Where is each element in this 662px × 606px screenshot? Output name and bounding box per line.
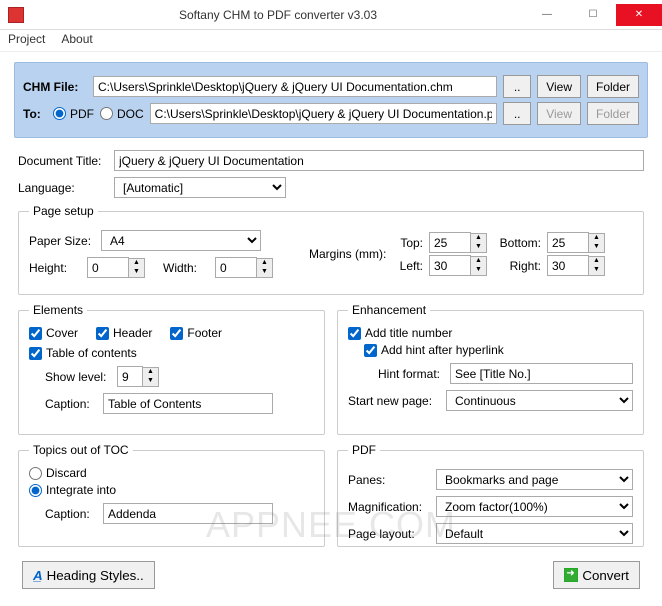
- margin-left-stepper[interactable]: ▲▼: [429, 255, 487, 276]
- menu-about[interactable]: About: [61, 32, 92, 49]
- minimize-button[interactable]: —: [524, 4, 570, 26]
- topics-caption-label: Caption:: [29, 507, 97, 521]
- language-select[interactable]: [Automatic]: [114, 177, 286, 198]
- chm-file-input[interactable]: [93, 76, 497, 97]
- magnification-label: Magnification:: [348, 500, 430, 514]
- format-pdf-radio[interactable]: PDF: [53, 107, 94, 121]
- close-button[interactable]: ✕: [616, 4, 662, 26]
- footer-checkbox[interactable]: Footer: [170, 326, 222, 340]
- margin-bottom-label: Bottom:: [493, 236, 541, 250]
- chm-view-button[interactable]: View: [537, 75, 581, 98]
- convert-arrow-icon: [564, 568, 578, 582]
- menu-project[interactable]: Project: [8, 32, 45, 49]
- show-level-stepper[interactable]: ▲▼: [117, 366, 159, 387]
- out-view-button: View: [537, 102, 581, 125]
- convert-button[interactable]: Convert: [553, 561, 640, 589]
- magnification-select[interactable]: Zoom factor(100%): [436, 496, 633, 517]
- doc-title-input[interactable]: [114, 150, 644, 171]
- show-level-label: Show level:: [29, 370, 111, 384]
- margins-label: Margins (mm):: [309, 247, 393, 261]
- topics-legend: Topics out of TOC: [29, 443, 133, 457]
- doc-title-label: Document Title:: [18, 154, 108, 168]
- page-layout-select[interactable]: Default: [436, 523, 633, 544]
- start-new-page-select[interactable]: Continuous: [446, 390, 633, 411]
- panes-select[interactable]: Bookmarks and page: [436, 469, 633, 490]
- pdf-legend: PDF: [348, 443, 380, 457]
- integrate-radio[interactable]: Integrate into: [29, 483, 314, 497]
- heading-styles-button[interactable]: A̲ Heading Styles..: [22, 561, 155, 589]
- elements-legend: Elements: [29, 303, 87, 317]
- toc-checkbox[interactable]: Table of contents: [29, 346, 314, 360]
- margin-right-label: Right:: [493, 259, 541, 273]
- out-folder-button: Folder: [587, 102, 639, 125]
- topics-caption-input[interactable]: [103, 503, 273, 524]
- margin-right-stepper[interactable]: ▲▼: [547, 255, 605, 276]
- height-label: Height:: [29, 261, 81, 275]
- margin-bottom-stepper[interactable]: ▲▼: [547, 232, 605, 253]
- page-setup-legend: Page setup: [29, 204, 98, 218]
- cover-checkbox[interactable]: Cover: [29, 326, 78, 340]
- margin-left-label: Left:: [393, 259, 423, 273]
- paper-size-select[interactable]: A4: [101, 230, 261, 251]
- hint-format-label: Hint format:: [348, 367, 444, 381]
- margin-top-stepper[interactable]: ▲▼: [429, 232, 487, 253]
- language-label: Language:: [18, 181, 108, 195]
- to-label: To:: [23, 107, 47, 121]
- page-layout-label: Page layout:: [348, 527, 430, 541]
- width-label: Width:: [163, 261, 209, 275]
- add-hint-checkbox[interactable]: Add hint after hyperlink: [364, 343, 633, 357]
- maximize-button[interactable]: ☐: [570, 4, 616, 26]
- header-checkbox[interactable]: Header: [96, 326, 152, 340]
- elements-caption-input[interactable]: [103, 393, 273, 414]
- discard-radio[interactable]: Discard: [29, 466, 314, 480]
- height-stepper[interactable]: ▲▼: [87, 257, 145, 278]
- chm-folder-button[interactable]: Folder: [587, 75, 639, 98]
- heading-styles-icon: A̲: [33, 568, 43, 583]
- start-new-page-label: Start new page:: [348, 394, 440, 408]
- chm-browse-button[interactable]: ..: [503, 75, 531, 98]
- out-browse-button[interactable]: ..: [503, 102, 531, 125]
- margin-top-label: Top:: [393, 236, 423, 250]
- paper-size-label: Paper Size:: [29, 234, 95, 248]
- format-doc-radio[interactable]: DOC: [100, 107, 144, 121]
- chm-file-label: CHM File:: [23, 80, 87, 94]
- hint-format-input[interactable]: [450, 363, 633, 384]
- add-title-number-checkbox[interactable]: Add title number: [348, 326, 633, 340]
- output-path-input[interactable]: [150, 103, 498, 124]
- width-stepper[interactable]: ▲▼: [215, 257, 273, 278]
- enhancement-legend: Enhancement: [348, 303, 430, 317]
- elements-caption-label: Caption:: [29, 397, 97, 411]
- panes-label: Panes:: [348, 473, 430, 487]
- app-icon: [8, 7, 24, 23]
- window-title: Softany CHM to PDF converter v3.03: [32, 8, 524, 22]
